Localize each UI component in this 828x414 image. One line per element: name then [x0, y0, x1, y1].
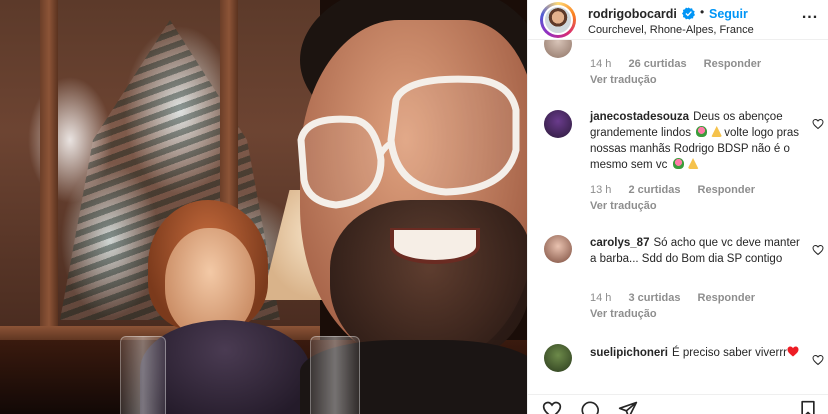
commenter-avatar[interactable]: [544, 235, 572, 263]
comment-text: janecostadesouza Deus os abençoe grandeme…: [590, 109, 800, 173]
window-frame: [40, 0, 58, 340]
comment-time[interactable]: 14 h: [590, 292, 611, 304]
like-comment-heart-icon[interactable]: [812, 354, 824, 366]
comment-item: 14 h 26 curtidas Responder Ver tradução: [528, 40, 828, 90]
comment-item: janecostadesouza Deus os abençoe grandeme…: [528, 106, 828, 216]
glasses: [297, 75, 520, 209]
comments-list[interactable]: 14 h 26 curtidas Responder Ver tradução …: [528, 40, 828, 394]
comment-likes[interactable]: 3 curtidas: [628, 292, 680, 304]
commenter-username[interactable]: janecostadesouza: [590, 111, 689, 123]
water-glass: [310, 336, 360, 414]
comment-item: carolys_87 Só acho que vc deve manter a b…: [528, 232, 828, 332]
bookmark-icon[interactable]: [798, 400, 818, 414]
wine-glass: [120, 336, 166, 414]
like-comment-heart-icon[interactable]: [812, 244, 824, 256]
red-heart-emoji-icon: [787, 346, 799, 357]
commenter-username[interactable]: suelipichoneri: [590, 347, 668, 359]
author-username[interactable]: rodrigobocardi: [588, 7, 677, 21]
reply-button[interactable]: Responder: [698, 292, 755, 304]
paper-plane-icon[interactable]: [618, 400, 638, 414]
smile: [390, 228, 480, 264]
commenter-avatar[interactable]: [544, 110, 572, 138]
story-ring[interactable]: [540, 2, 576, 38]
tulip-emoji-icon: [696, 126, 708, 137]
more-options-icon[interactable]: ...: [800, 6, 820, 26]
like-comment-heart-icon[interactable]: [812, 118, 824, 130]
comment-icon[interactable]: [580, 400, 600, 414]
comment-time[interactable]: 14 h: [590, 58, 611, 70]
post-location[interactable]: Courchevel, Rhone-Alpes, France: [588, 24, 754, 36]
comment-likes[interactable]: 2 curtidas: [628, 184, 680, 196]
heart-icon[interactable]: [542, 400, 562, 414]
praying-hands-emoji-icon: [711, 126, 723, 137]
see-translation-button[interactable]: Ver tradução: [590, 74, 657, 86]
comment-body: É preciso saber viverrr: [671, 347, 788, 359]
post-photo[interactable]: [0, 0, 527, 414]
comment-likes[interactable]: 26 curtidas: [628, 58, 686, 70]
see-translation-button[interactable]: Ver tradução: [590, 308, 657, 320]
post-actions-bar: [528, 394, 828, 414]
commenter-username[interactable]: carolys_87: [590, 237, 649, 249]
separator-dot: •: [700, 5, 705, 19]
avatar[interactable]: [543, 5, 573, 35]
see-translation-button[interactable]: Ver tradução: [590, 200, 657, 212]
follow-button[interactable]: Seguir: [709, 7, 748, 21]
tulip-emoji-icon: [672, 158, 684, 169]
post-side-panel: rodrigobocardi • Seguir Courchevel, Rhon…: [527, 0, 828, 414]
comment-meta: 13 h 2 curtidas Responder: [590, 184, 769, 196]
commenter-avatar[interactable]: [544, 344, 572, 372]
comment-text: carolys_87 Só acho que vc deve manter a b…: [590, 235, 800, 267]
praying-hands-emoji-icon: [687, 158, 699, 169]
verified-badge-icon: [682, 7, 695, 20]
reply-button[interactable]: Responder: [698, 184, 755, 196]
post-header: rodrigobocardi • Seguir Courchevel, Rhon…: [528, 0, 828, 40]
commenter-avatar[interactable]: [544, 40, 572, 58]
comment-item: suelipichoneri É preciso saber viverrr: [528, 344, 828, 394]
reply-button[interactable]: Responder: [704, 58, 761, 70]
comment-meta: 14 h 3 curtidas Responder: [590, 292, 769, 304]
comment-time[interactable]: 13 h: [590, 184, 611, 196]
comment-meta: 14 h 26 curtidas Responder: [590, 58, 775, 70]
comment-text: suelipichoneri É preciso saber viverrr: [590, 345, 800, 361]
